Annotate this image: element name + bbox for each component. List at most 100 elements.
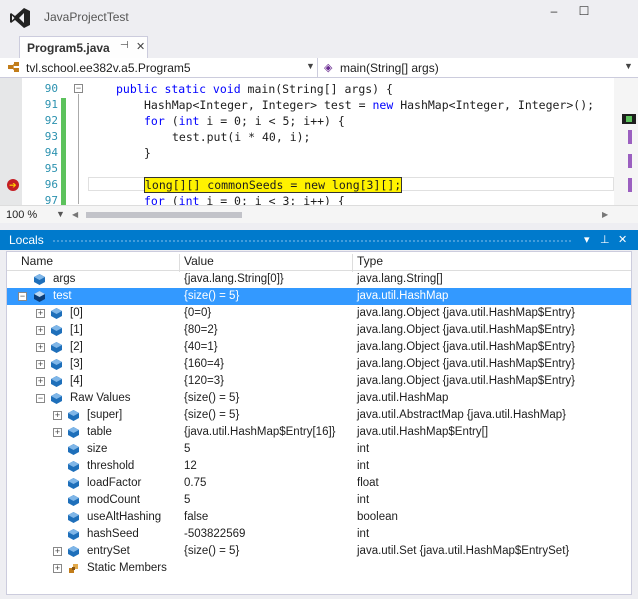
line-number: 96	[44, 178, 58, 191]
chevron-down-icon[interactable]: ▼	[56, 209, 65, 219]
variable-type: float	[357, 477, 379, 489]
table-row[interactable]: + [super] {size() = 5} java.util.Abstrac…	[7, 407, 631, 424]
code-editor[interactable]: ➔ 90 91 92 93 94 95 96 97 − public stati…	[0, 78, 638, 205]
expand-icon[interactable]: +	[36, 309, 45, 318]
scroll-thumb[interactable]	[86, 212, 242, 218]
table-row[interactable]: + table {java.util.HashMap$Entry[16]} ja…	[7, 424, 631, 441]
close-tab-button[interactable]: ✕	[136, 40, 145, 53]
variable-name: [4]	[70, 375, 83, 387]
table-row[interactable]: + entrySet {size() = 5} java.util.Set {j…	[7, 543, 631, 560]
variable-value[interactable]: {java.util.HashMap$Entry[16]}	[184, 426, 336, 438]
close-icon[interactable]: ✕	[618, 233, 627, 246]
editor-horizontal-scrollbar[interactable]: 100 % ▼ ◀ ▶	[0, 205, 638, 223]
column-header-name[interactable]: Name	[21, 254, 53, 268]
variable-value[interactable]: {40=1}	[184, 341, 218, 353]
variable-name: threshold	[87, 460, 135, 472]
code-line: test.put(i * 40, i);	[172, 130, 311, 144]
change-indicator	[61, 162, 66, 178]
grid-header: Name Value Type	[7, 252, 631, 272]
column-header-value[interactable]: Value	[184, 254, 214, 268]
table-row[interactable]: + [1] {80=2} java.lang.Object {java.util…	[7, 322, 631, 339]
table-row[interactable]: loadFactor 0.75 float	[7, 475, 631, 492]
editor-vertical-scrollbar[interactable]	[614, 78, 638, 205]
member-dropdown[interactable]: ◈ main(String[] args) ▼	[318, 58, 636, 77]
variable-value[interactable]: 5	[184, 443, 190, 455]
table-row[interactable]: useAltHashing false boolean	[7, 509, 631, 526]
table-row[interactable]: + Static Members	[7, 560, 631, 577]
type-dropdown[interactable]: tvl.school.ee382v.a5.Program5 ▼	[2, 58, 318, 77]
expand-icon[interactable]: +	[36, 326, 45, 335]
collapse-icon[interactable]: −	[74, 84, 83, 93]
variable-name: [super]	[87, 409, 123, 421]
variable-value[interactable]: 12	[184, 460, 197, 472]
variable-value[interactable]: false	[184, 511, 208, 523]
expand-icon[interactable]: +	[53, 564, 62, 573]
minimize-button[interactable]: –	[544, 4, 564, 18]
scroll-right-icon[interactable]: ▶	[602, 210, 608, 219]
expand-icon[interactable]: +	[36, 343, 45, 352]
table-row[interactable]: size 5 int	[7, 441, 631, 458]
variable-name: loadFactor	[87, 477, 142, 489]
collapse-icon[interactable]: −	[36, 394, 45, 403]
drag-grip[interactable]	[52, 239, 572, 243]
column-separator[interactable]	[179, 254, 180, 272]
expand-icon[interactable]: +	[53, 411, 62, 420]
variable-icon	[51, 359, 62, 370]
table-row[interactable]: hashSeed -503822569 int	[7, 526, 631, 543]
column-header-type[interactable]: Type	[357, 254, 383, 268]
change-indicator	[61, 114, 66, 130]
document-tab-strip: Program5.java ⊣ ✕	[0, 36, 638, 58]
change-indicator	[61, 178, 66, 194]
variable-value[interactable]: -503822569	[184, 528, 245, 540]
table-row[interactable]: + [3] {160=4} java.lang.Object {java.uti…	[7, 356, 631, 373]
variable-value[interactable]: {size() = 5}	[184, 392, 239, 404]
variable-type: java.lang.Object {java.util.HashMap$Entr…	[357, 358, 575, 370]
variable-value[interactable]: {160=4}	[184, 358, 224, 370]
table-row[interactable]: + [2] {40=1} java.lang.Object {java.util…	[7, 339, 631, 356]
expand-icon[interactable]: +	[53, 547, 62, 556]
expand-icon[interactable]: +	[53, 428, 62, 437]
locals-grid[interactable]: Name Value Type args {java.lang.String[0…	[6, 251, 632, 595]
column-separator[interactable]	[352, 254, 353, 272]
variable-name: Raw Values	[70, 392, 131, 404]
visual-studio-logo-icon	[10, 8, 30, 28]
variable-value[interactable]: {120=3}	[184, 375, 224, 387]
variable-type: int	[357, 528, 370, 540]
variable-value[interactable]: {size() = 5}	[184, 409, 239, 421]
variable-type: int	[357, 494, 370, 506]
table-row[interactable]: − Raw Values {size() = 5} java.util.Hash…	[7, 390, 631, 407]
table-row[interactable]: + [0] {0=0} java.lang.Object {java.util.…	[7, 305, 631, 322]
expand-icon[interactable]: +	[36, 360, 45, 369]
variable-value[interactable]: 0.75	[184, 477, 206, 489]
pin-icon[interactable]: ⊥	[600, 233, 610, 246]
variable-value[interactable]: {size() = 5}	[184, 545, 239, 557]
pin-icon[interactable]: ⊣	[120, 40, 129, 51]
variable-value[interactable]: {80=2}	[184, 324, 218, 336]
navigation-bar: tvl.school.ee382v.a5.Program5 ▼ ◈ main(S…	[0, 58, 638, 78]
table-row[interactable]: args {java.lang.String[0]} java.lang.Str…	[7, 271, 631, 288]
table-row[interactable]: threshold 12 int	[7, 458, 631, 475]
expand-icon[interactable]: +	[36, 377, 45, 386]
scroll-left-icon[interactable]: ◀	[72, 210, 78, 219]
collapse-icon[interactable]: −	[18, 292, 27, 301]
change-indicator	[61, 146, 66, 162]
variable-type: java.util.HashMap	[357, 392, 449, 404]
variable-value[interactable]: {size() = 5}	[184, 290, 239, 302]
table-row[interactable]: + [4] {120=3} java.lang.Object {java.uti…	[7, 373, 631, 390]
variable-name: entrySet	[87, 545, 130, 557]
variable-value[interactable]: {0=0}	[184, 307, 211, 319]
dropdown-icon[interactable]: ▾	[584, 233, 590, 246]
line-number: 92	[44, 114, 58, 127]
variable-value[interactable]: 5	[184, 494, 190, 506]
variable-icon	[68, 546, 79, 557]
variable-type: java.lang.Object {java.util.HashMap$Entr…	[357, 307, 575, 319]
variable-value[interactable]: {java.lang.String[0]}	[184, 273, 284, 285]
tab-program5-java[interactable]: Program5.java ⊣ ✕	[19, 36, 148, 58]
zoom-level[interactable]: 100 %	[6, 209, 37, 221]
variable-type: int	[357, 460, 370, 472]
table-row[interactable]: modCount 5 int	[7, 492, 631, 509]
maximize-button[interactable]: ☐	[574, 4, 594, 18]
table-row-selected[interactable]: − test {size() = 5} java.util.HashMap	[7, 288, 631, 305]
variable-icon	[51, 325, 62, 336]
code-line: for (int i = 0; i < 3; i++) {	[144, 194, 345, 205]
